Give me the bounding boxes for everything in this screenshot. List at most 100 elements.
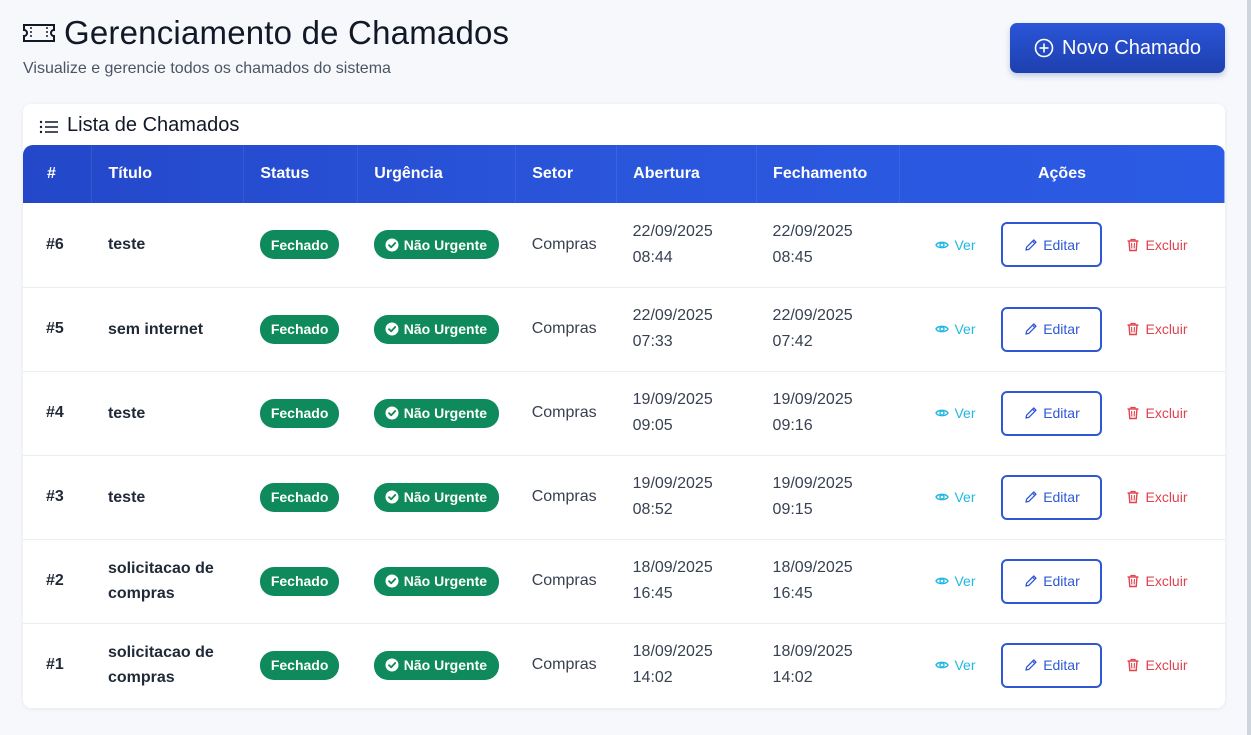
check-circle-icon (385, 238, 399, 252)
delete-label: Excluir (1145, 405, 1188, 421)
table-row: #6 teste Fechado Não Urgente Compras 22/… (23, 203, 1225, 287)
view-button[interactable]: Ver (935, 657, 1001, 673)
ticket-title: teste (107, 404, 146, 422)
urgency-badge: Não Urgente (373, 482, 500, 512)
ticket-id: #1 (46, 656, 64, 674)
delete-button[interactable]: Excluir (1126, 573, 1188, 589)
scrollbar[interactable] (1247, 0, 1251, 735)
tickets-card: Lista de Chamados # Título Status Urgênc… (23, 104, 1225, 708)
urgency-badge: Não Urgente (373, 650, 500, 680)
check-circle-icon (385, 574, 399, 588)
card-title: Lista de Chamados (67, 114, 240, 136)
urgency-label: Não Urgente (403, 236, 488, 253)
eye-icon (935, 322, 950, 336)
status-cell: Fechado (244, 623, 358, 707)
edit-label: Editar (1043, 236, 1080, 253)
delete-label: Excluir (1145, 489, 1188, 505)
status-cell: Fechado (244, 371, 358, 455)
status-badge: Fechado (259, 398, 340, 428)
closed-at: 22/09/2025 07:42 (757, 287, 900, 371)
check-circle-icon (385, 322, 399, 336)
delete-button[interactable]: Excluir (1126, 405, 1188, 421)
column-header-title[interactable]: Título (91, 145, 245, 203)
closed-at: 18/09/2025 14:02 (757, 623, 900, 707)
actions-cell: Ver Editar Excluir (899, 539, 1224, 623)
page: Gerenciamento de Chamados Visualize e ge… (0, 0, 1251, 735)
edit-button[interactable]: Editar (1001, 558, 1103, 604)
tickets-table: # Título Status Urgência Setor Abertura … (23, 145, 1225, 707)
edit-label: Editar (1043, 573, 1080, 589)
edit-button[interactable]: Editar (1001, 390, 1103, 436)
urgency-cell: Não Urgente (358, 287, 516, 371)
view-button[interactable]: Ver (935, 405, 1001, 421)
new-ticket-label: Novo Chamado (1062, 36, 1201, 59)
trash-icon (1126, 322, 1140, 336)
opened-at: 22/09/2025 07:33 (617, 287, 757, 371)
view-button[interactable]: Ver (935, 321, 1001, 337)
delete-button[interactable]: Excluir (1126, 237, 1188, 253)
eye-icon (935, 658, 950, 672)
view-label: Ver (954, 236, 976, 253)
edit-button[interactable]: Editar (1001, 474, 1103, 520)
urgency-label: Não Urgente (403, 405, 488, 421)
column-header-sector[interactable]: Setor (515, 145, 618, 203)
list-icon (39, 118, 59, 134)
ticket-title: teste (107, 488, 146, 506)
closed-time: 16:45 (772, 585, 813, 602)
delete-label: Excluir (1145, 657, 1188, 674)
check-circle-icon (385, 658, 399, 672)
table-row: #2 solicitacao de compras Fechado Não Ur… (23, 539, 1225, 623)
edit-label: Editar (1043, 321, 1080, 337)
table-row: #1 solicitacao de compras Fechado Não Ur… (23, 623, 1225, 707)
actions-cell: Ver Editar Excluir (899, 623, 1224, 707)
table-header-row: # Título Status Urgência Setor Abertura … (23, 145, 1225, 203)
actions-cell: Ver Editar Excluir (899, 287, 1224, 371)
column-header-urgency[interactable]: Urgência (357, 145, 517, 203)
delete-button[interactable]: Excluir (1126, 657, 1188, 674)
column-header-status[interactable]: Status (243, 145, 359, 203)
closed-date: 18/09/2025 (772, 643, 853, 661)
page-subtitle: Visualize e gerencie todos os chamados d… (23, 60, 391, 77)
ticket-id: #4 (46, 404, 64, 421)
delete-button[interactable]: Excluir (1126, 489, 1188, 505)
opened-date: 22/09/2025 (632, 222, 713, 240)
view-button[interactable]: Ver (935, 573, 1001, 589)
ticket-id: #6 (46, 235, 64, 253)
trash-icon (1126, 574, 1140, 588)
column-header-id[interactable]: # (23, 145, 93, 203)
column-header-opened[interactable]: Abertura (616, 145, 758, 203)
edit-label: Editar (1043, 489, 1080, 505)
edit-button[interactable]: Editar (1001, 222, 1103, 268)
status-cell: Fechado (244, 455, 358, 539)
urgency-cell: Não Urgente (358, 539, 516, 623)
column-header-closed[interactable]: Fechamento (756, 145, 900, 203)
opened-time: 07:33 (632, 333, 673, 350)
status-cell: Fechado (244, 287, 358, 371)
eye-icon (935, 574, 950, 588)
edit-button[interactable]: Editar (1001, 642, 1103, 688)
eye-icon (935, 406, 950, 420)
check-circle-icon (385, 490, 399, 504)
urgency-label: Não Urgente (403, 489, 488, 505)
view-label: Ver (954, 321, 976, 337)
edit-label: Editar (1043, 405, 1080, 421)
actions-cell: Ver Editar Excluir (899, 203, 1224, 287)
ticket-sector: Compras (531, 572, 597, 589)
delete-button[interactable]: Excluir (1126, 321, 1188, 337)
urgency-cell: Não Urgente (358, 455, 516, 539)
opened-time: 16:45 (632, 585, 673, 602)
closed-time: 07:42 (772, 333, 813, 350)
status-badge: Fechado (259, 650, 340, 680)
view-button[interactable]: Ver (935, 489, 1001, 505)
pencil-icon (1024, 238, 1038, 252)
delete-label: Excluir (1145, 321, 1188, 337)
trash-icon (1126, 490, 1140, 504)
edit-button[interactable]: Editar (1001, 306, 1103, 352)
view-button[interactable]: Ver (935, 237, 1001, 253)
closed-date: 22/09/2025 (772, 222, 853, 240)
ticket-id: #2 (46, 572, 64, 589)
new-ticket-button[interactable]: Novo Chamado (1010, 23, 1225, 73)
plus-circle-icon (1034, 38, 1054, 58)
pencil-icon (1024, 406, 1038, 420)
opened-time: 08:44 (632, 248, 673, 266)
